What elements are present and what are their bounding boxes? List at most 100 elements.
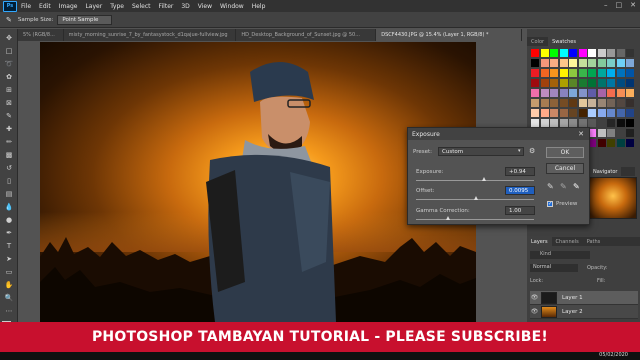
menu-select[interactable]: Select xyxy=(132,3,151,10)
minimize-icon[interactable]: – xyxy=(604,1,608,9)
color-swatch[interactable] xyxy=(578,49,587,57)
more-tools-icon[interactable]: ⋯ xyxy=(3,306,15,316)
color-swatch[interactable] xyxy=(588,69,596,77)
color-swatch[interactable] xyxy=(531,109,539,117)
color-swatch[interactable] xyxy=(531,49,539,57)
menu-edit[interactable]: Edit xyxy=(39,3,51,10)
color-swatch[interactable] xyxy=(578,89,587,97)
color-swatch[interactable] xyxy=(531,59,539,67)
doc-tab-1[interactable]: 5% (RGB/8... xyxy=(18,29,64,41)
color-swatch[interactable] xyxy=(588,89,596,97)
menu-file[interactable]: File xyxy=(21,3,31,10)
exposure-input[interactable]: +0.94 xyxy=(505,167,535,176)
menu-type[interactable]: Type xyxy=(110,3,124,10)
color-swatch[interactable] xyxy=(597,89,606,97)
eyedropper-gray-icon[interactable]: ✎ xyxy=(560,182,567,191)
color-swatch[interactable] xyxy=(578,119,587,127)
color-swatch[interactable] xyxy=(607,79,615,87)
color-swatch[interactable] xyxy=(597,69,606,77)
color-swatch[interactable] xyxy=(540,69,549,77)
color-swatch[interactable] xyxy=(540,59,549,67)
menu-layer[interactable]: Layer xyxy=(85,3,102,10)
pen-tool-icon[interactable]: ✒ xyxy=(3,228,15,238)
close-icon[interactable]: ✕ xyxy=(578,130,584,138)
color-swatch[interactable] xyxy=(559,59,568,67)
color-swatch[interactable] xyxy=(607,139,615,147)
color-swatch[interactable] xyxy=(597,129,606,137)
color-swatch[interactable] xyxy=(626,89,634,97)
layer-row-layer-1[interactable]: 👁 Layer 1 xyxy=(530,291,638,305)
ok-button[interactable]: OK xyxy=(546,147,584,158)
color-swatch[interactable] xyxy=(626,69,634,77)
color-swatch[interactable] xyxy=(607,119,615,127)
color-swatch[interactable] xyxy=(550,49,558,57)
color-swatch[interactable] xyxy=(607,89,615,97)
doc-tab-3[interactable]: HD_Desktop_Background_of_Sunset.jpg @ 50… xyxy=(236,29,377,41)
color-swatch[interactable] xyxy=(616,129,625,137)
sample-size-select[interactable]: Point Sample xyxy=(57,14,113,25)
color-swatch[interactable] xyxy=(578,79,587,87)
color-swatch[interactable] xyxy=(626,49,634,57)
color-swatch[interactable] xyxy=(616,119,625,127)
maximize-icon[interactable]: □ xyxy=(616,1,623,9)
eyedropper-icon[interactable]: ✎ xyxy=(3,111,15,121)
color-swatch[interactable] xyxy=(626,109,634,117)
type-tool-icon[interactable]: T xyxy=(3,241,15,251)
move-tool-icon[interactable]: ✥ xyxy=(3,33,15,43)
color-swatch[interactable] xyxy=(588,99,596,107)
gamma-slider-track[interactable] xyxy=(416,219,534,220)
color-swatch[interactable] xyxy=(531,69,539,77)
color-swatch[interactable] xyxy=(569,89,577,97)
color-swatch[interactable] xyxy=(531,119,539,127)
color-swatch[interactable] xyxy=(531,89,539,97)
blend-mode-select[interactable]: Normal xyxy=(530,264,578,272)
brush-tool-icon[interactable]: ✏ xyxy=(3,137,15,147)
color-swatch[interactable] xyxy=(626,79,634,87)
gamma-input[interactable]: 1.00 xyxy=(505,206,535,215)
color-swatch[interactable] xyxy=(569,79,577,87)
color-swatch[interactable] xyxy=(540,109,549,117)
color-swatch[interactable] xyxy=(616,99,625,107)
cancel-button[interactable]: Cancel xyxy=(546,163,584,174)
color-swatch[interactable] xyxy=(569,99,577,107)
healing-brush-icon[interactable]: ✚ xyxy=(3,124,15,134)
color-swatch[interactable] xyxy=(597,79,606,87)
color-swatch[interactable] xyxy=(588,119,596,127)
color-swatch[interactable] xyxy=(597,49,606,57)
color-swatch[interactable] xyxy=(550,79,558,87)
color-swatch[interactable] xyxy=(588,49,596,57)
layer-kind-filter[interactable]: Kind xyxy=(530,251,590,259)
tab-navigator[interactable]: Navigator xyxy=(589,167,622,177)
color-swatch[interactable] xyxy=(540,89,549,97)
color-swatch[interactable] xyxy=(616,109,625,117)
color-swatch[interactable] xyxy=(578,109,587,117)
quick-select-tool-icon[interactable]: ✿ xyxy=(3,72,15,82)
preset-options-gear-icon[interactable]: ⚙ xyxy=(529,147,535,155)
navigator-preview[interactable] xyxy=(589,177,637,219)
color-swatch[interactable] xyxy=(597,99,606,107)
color-swatch[interactable] xyxy=(559,79,568,87)
color-swatch[interactable] xyxy=(540,49,549,57)
color-swatch[interactable] xyxy=(607,129,615,137)
blur-tool-icon[interactable]: 💧 xyxy=(3,202,15,212)
color-swatch[interactable] xyxy=(607,69,615,77)
color-swatch[interactable] xyxy=(569,49,577,57)
tab-channels[interactable]: Channels xyxy=(552,237,583,246)
color-swatch[interactable] xyxy=(588,79,596,87)
color-swatch[interactable] xyxy=(607,59,615,67)
eyedropper-black-icon[interactable]: ✎ xyxy=(547,182,554,191)
color-swatch[interactable] xyxy=(597,109,606,117)
offset-slider-thumb[interactable] xyxy=(474,196,478,200)
exposure-slider-track[interactable] xyxy=(416,180,534,181)
close-icon[interactable]: ✕ xyxy=(630,1,636,9)
color-swatch[interactable] xyxy=(550,59,558,67)
gamma-slider-thumb[interactable] xyxy=(446,216,450,220)
color-swatch[interactable] xyxy=(531,99,539,107)
color-swatch[interactable] xyxy=(616,69,625,77)
color-swatch[interactable] xyxy=(559,119,568,127)
doc-tab-2[interactable]: misty_morning_sunrise_7_by_fantasystock_… xyxy=(64,29,237,41)
gradient-tool-icon[interactable]: ▤ xyxy=(3,189,15,199)
history-brush-icon[interactable]: ↺ xyxy=(3,163,15,173)
menu-3d[interactable]: 3D xyxy=(181,3,189,10)
menu-image[interactable]: Image xyxy=(59,3,78,10)
